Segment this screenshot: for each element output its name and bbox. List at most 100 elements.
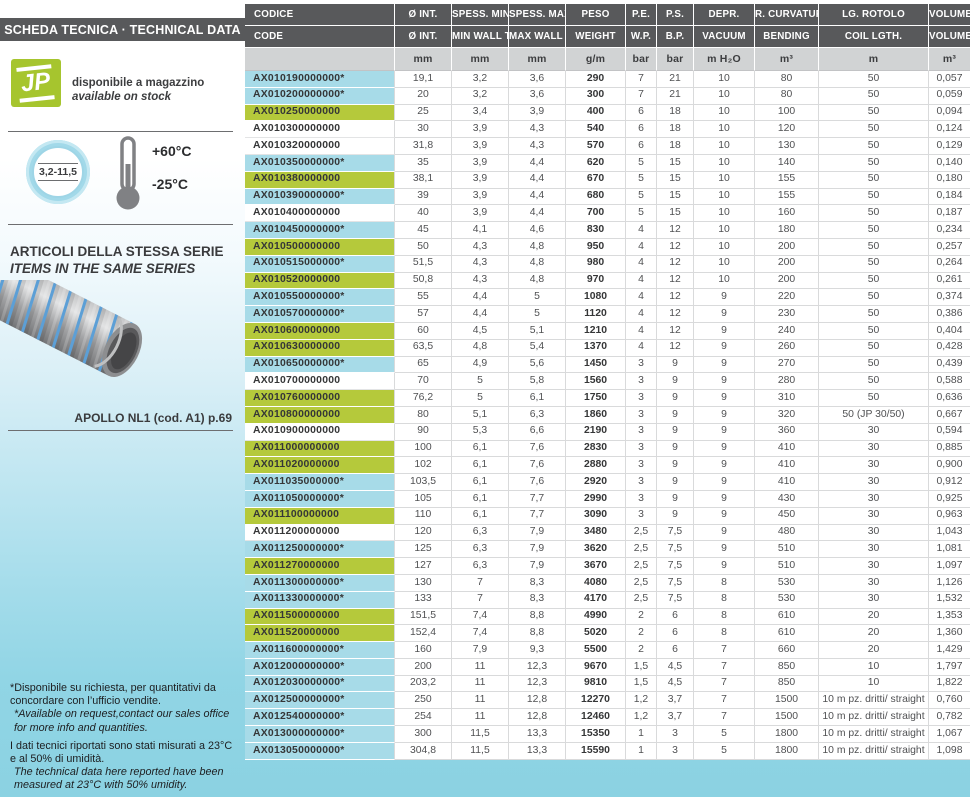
column-header: DEPR.	[694, 4, 755, 26]
value-cell: 10 m pz. dritti/ straight	[819, 709, 929, 726]
code-cell: AX011300000000*	[245, 575, 395, 592]
code-cell: AX011250000000*	[245, 541, 395, 558]
value-cell: 5	[452, 390, 509, 407]
code-cell: AX010520000000	[245, 273, 395, 290]
value-cell: 450	[755, 508, 819, 525]
value-cell: 12	[657, 306, 694, 323]
value-cell: 0,885	[929, 441, 970, 458]
value-cell: 5,3	[452, 424, 509, 441]
table-row: AX010550000000*554,4510804129220500,374	[245, 289, 970, 306]
value-cell: 140	[755, 155, 819, 172]
value-cell: 50	[819, 155, 929, 172]
table-row: AX011600000000*1607,99,35500267660201,42…	[245, 642, 970, 659]
value-cell: 320	[755, 407, 819, 424]
table-row: AX010350000000*353,94,462051510140500,14…	[245, 155, 970, 172]
value-cell: 4,8	[509, 256, 566, 273]
value-cell: 50	[819, 390, 929, 407]
value-cell: 10	[694, 239, 755, 256]
value-cell: 1,429	[929, 642, 970, 659]
value-cell: 4,4	[509, 189, 566, 206]
value-cell: 50	[819, 205, 929, 222]
value-cell: 21	[657, 71, 694, 88]
column-header: g/m	[566, 48, 626, 71]
value-cell: 11	[452, 659, 509, 676]
diameter-range-badge: 3,2-11,5	[26, 140, 90, 204]
code-cell: AX010400000000	[245, 205, 395, 222]
value-cell: 55	[395, 289, 452, 306]
value-cell: 0,439	[929, 357, 970, 374]
value-cell: 3	[626, 457, 657, 474]
value-cell: 9	[694, 357, 755, 374]
value-cell: 5500	[566, 642, 626, 659]
value-cell: 12	[657, 256, 694, 273]
divider	[8, 131, 233, 132]
value-cell: 9	[694, 525, 755, 542]
value-cell: 5	[694, 726, 755, 743]
code-cell: AX010900000000	[245, 424, 395, 441]
column-header: WEIGHT	[566, 26, 626, 48]
table-header: CODICEØ INT.SPESS. MIN.SPESS. MAX.PESOP.…	[245, 4, 970, 71]
value-cell: 130	[395, 575, 452, 592]
value-cell: 1800	[755, 743, 819, 760]
value-cell: 260	[755, 340, 819, 357]
value-cell: 63,5	[395, 340, 452, 357]
value-cell: 9	[657, 407, 694, 424]
table-row: AX0107000000007055,81560399280500,588	[245, 373, 970, 390]
value-cell: 4,5	[657, 676, 694, 693]
value-cell: 1450	[566, 357, 626, 374]
value-cell: 480	[755, 525, 819, 542]
value-cell: 3620	[566, 541, 626, 558]
value-cell: 50	[819, 273, 929, 290]
value-cell: 110	[395, 508, 452, 525]
value-cell: 540	[566, 121, 626, 138]
value-cell: 50	[819, 373, 929, 390]
value-cell: 1,5	[626, 676, 657, 693]
value-cell: 45	[395, 222, 452, 239]
value-cell: 0,264	[929, 256, 970, 273]
value-cell: 4,4	[509, 172, 566, 189]
value-cell: 38,1	[395, 172, 452, 189]
code-cell: AX011330000000*	[245, 592, 395, 609]
value-cell: 12,8	[509, 692, 566, 709]
value-cell: 3	[626, 424, 657, 441]
column-header: mm	[509, 48, 566, 71]
value-cell: 0,428	[929, 340, 970, 357]
value-cell: 200	[755, 273, 819, 290]
value-cell: 430	[755, 491, 819, 508]
table-row: AX010900000000905,36,62190399360300,594	[245, 424, 970, 441]
value-cell: 7	[452, 592, 509, 609]
value-cell: 290	[566, 71, 626, 88]
column-header: COIL LGTH.	[819, 26, 929, 48]
value-cell: 50	[819, 239, 929, 256]
column-header: bar	[626, 48, 657, 71]
value-cell: 10	[694, 273, 755, 290]
value-cell: 0,588	[929, 373, 970, 390]
value-cell: 300	[566, 88, 626, 105]
diameter-range-inner: 3,2-11,5	[32, 146, 84, 198]
value-cell: 155	[755, 172, 819, 189]
value-cell: 4,4	[509, 205, 566, 222]
value-cell: 1800	[755, 726, 819, 743]
column-header: bar	[657, 48, 694, 71]
value-cell: 15	[657, 189, 694, 206]
value-cell: 7	[452, 575, 509, 592]
value-cell: 7,5	[657, 592, 694, 609]
value-cell: 4,3	[509, 138, 566, 155]
value-cell: 360	[755, 424, 819, 441]
table-row: AX010450000000*454,14,683041210180500,23…	[245, 222, 970, 239]
value-cell: 2,5	[626, 541, 657, 558]
value-cell: 9	[657, 357, 694, 374]
value-cell: 8	[694, 625, 755, 642]
value-cell: 5	[509, 289, 566, 306]
value-cell: 7	[694, 676, 755, 693]
value-cell: 5,1	[509, 323, 566, 340]
value-cell: 300	[395, 726, 452, 743]
table-row: AX013000000000*30011,513,315350135180010…	[245, 726, 970, 743]
value-cell: 3	[626, 491, 657, 508]
value-cell: 1,098	[929, 743, 970, 760]
value-cell: 130	[755, 138, 819, 155]
value-cell: 0,140	[929, 155, 970, 172]
value-cell: 12,3	[509, 659, 566, 676]
value-cell: 5	[694, 743, 755, 760]
value-cell: 1,353	[929, 609, 970, 626]
